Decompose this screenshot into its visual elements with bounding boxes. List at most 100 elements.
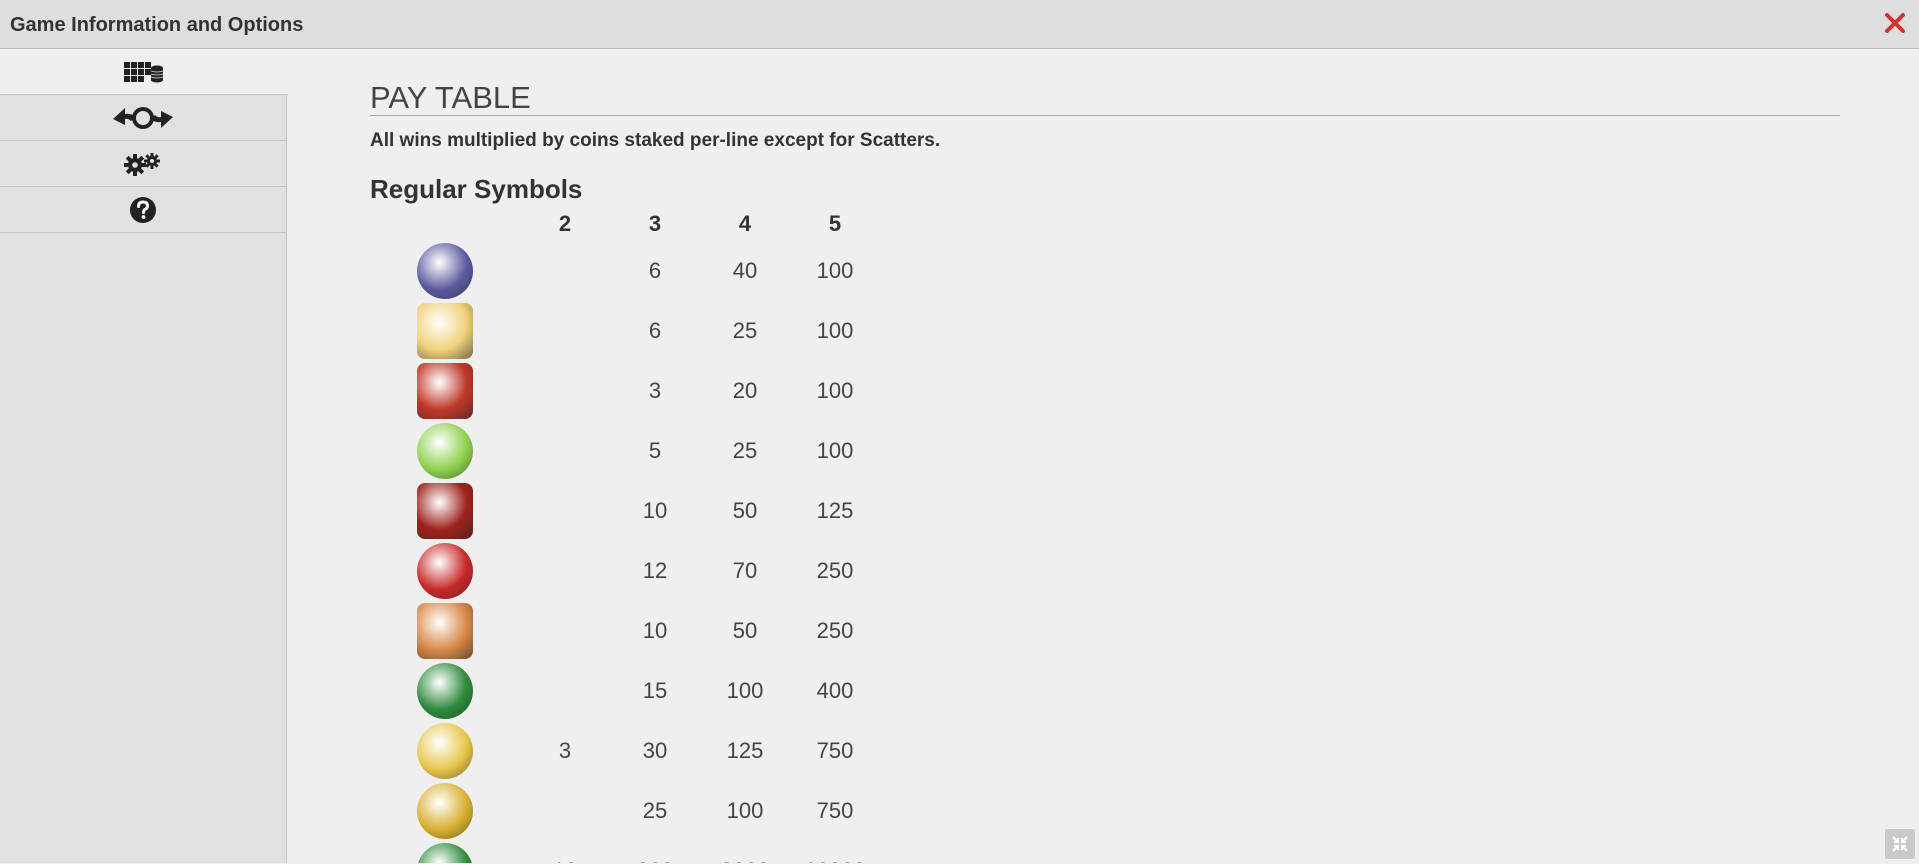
pay-value-4: 2000: [700, 841, 790, 863]
pay-value-3: 30: [610, 721, 700, 781]
pay-value-3: 6: [610, 241, 700, 301]
sidebar-item-help[interactable]: [0, 187, 286, 233]
pay-value-5: 100: [790, 361, 880, 421]
symbol-cell: [370, 721, 520, 781]
pay-value-3: 5: [610, 421, 700, 481]
help-icon: [129, 196, 157, 224]
sidebar-item-settings[interactable]: [0, 141, 286, 187]
main-content: PAY TABLE All wins multiplied by coins s…: [370, 49, 1840, 863]
symbol-cell: [370, 781, 520, 841]
paytable-row: 1050125: [370, 481, 880, 541]
symbol-cell: [370, 421, 520, 481]
tennis-ball-symbol: [417, 423, 473, 479]
pay-value-2: [520, 301, 610, 361]
pay-value-2: [520, 481, 610, 541]
pay-value-4: 125: [700, 721, 790, 781]
bulldog-symbol: [417, 843, 473, 863]
pay-value-3: 200: [610, 841, 700, 863]
paytable-row: 10200200010000: [370, 841, 880, 863]
symbol-cell: [370, 601, 520, 661]
pay-value-2: [520, 361, 610, 421]
pay-value-4: 20: [700, 361, 790, 421]
pay-value-5: 100: [790, 421, 880, 481]
pay-value-5: 100: [790, 301, 880, 361]
symbol-cell: [370, 301, 520, 361]
paytable-row: 330125750: [370, 721, 880, 781]
pay-value-3: 3: [610, 361, 700, 421]
pay-value-3: 10: [610, 481, 700, 541]
section-title: PAY TABLE: [370, 49, 1840, 116]
pay-value-3: 15: [610, 661, 700, 721]
pay-value-5: 100: [790, 241, 880, 301]
paytable-row: 25100750: [370, 781, 880, 841]
subsection-title: Regular Symbols: [370, 174, 1840, 205]
symbol-cell: [370, 541, 520, 601]
paytable-row: 1050250: [370, 601, 880, 661]
pay-value-3: 10: [610, 601, 700, 661]
pay-value-5: 250: [790, 601, 880, 661]
pay-value-4: 100: [700, 661, 790, 721]
pay-value-2: [520, 781, 610, 841]
paytable-header-row: 2 3 4 5: [370, 207, 880, 241]
pay-value-2: [520, 241, 610, 301]
pug-symbol: [417, 603, 473, 659]
pay-value-3: 6: [610, 301, 700, 361]
header-col-4: 4: [700, 207, 790, 241]
paytable-row: 640100: [370, 241, 880, 301]
header-symbol: [370, 207, 520, 241]
pay-value-5: 750: [790, 721, 880, 781]
fire-hydrant-symbol: [417, 543, 473, 599]
paytable-row: 15100400: [370, 661, 880, 721]
pay-value-2: [520, 601, 610, 661]
pay-value-5: 125: [790, 481, 880, 541]
autoplay-icon: [111, 105, 175, 131]
collapse-button[interactable]: [1885, 829, 1915, 859]
beagle-symbol: [417, 663, 473, 719]
window-title: Game Information and Options: [10, 14, 303, 37]
pay-value-2: 3: [520, 721, 610, 781]
pay-value-5: 10000: [790, 841, 880, 863]
symbol-cell: [370, 481, 520, 541]
pay-value-3: 12: [610, 541, 700, 601]
sidebar: [0, 49, 287, 863]
pay-value-4: 100: [700, 781, 790, 841]
hat-symbol: [417, 243, 473, 299]
header-col-5: 5: [790, 207, 880, 241]
close-button[interactable]: [1881, 9, 1909, 37]
close-icon: [1881, 9, 1909, 37]
pay-value-4: 25: [700, 421, 790, 481]
dog-bowl-symbol: [417, 483, 473, 539]
header-col-2: 2: [520, 207, 610, 241]
pay-value-4: 50: [700, 601, 790, 661]
pay-value-5: 400: [790, 661, 880, 721]
pay-value-4: 40: [700, 241, 790, 301]
title-bar: Game Information and Options: [0, 0, 1919, 49]
pay-value-2: [520, 421, 610, 481]
pay-value-4: 70: [700, 541, 790, 601]
symbol-cell: [370, 361, 520, 421]
paytable-intro: All wins multiplied by coins staked per-…: [370, 130, 1840, 152]
header-col-3: 3: [610, 207, 700, 241]
food-can-symbol: [417, 363, 473, 419]
pay-value-4: 25: [700, 301, 790, 361]
pay-value-2: [520, 541, 610, 601]
doberman-symbol: [417, 783, 473, 839]
bone-symbol: [417, 303, 473, 359]
paytable: 2 3 4 5 64010062510032010052510010501251…: [370, 207, 880, 863]
pay-value-4: 50: [700, 481, 790, 541]
paytable-icon: [124, 60, 164, 84]
pay-value-3: 25: [610, 781, 700, 841]
pay-value-2: [520, 661, 610, 721]
settings-icon: [123, 152, 163, 176]
collapse-icon: [1885, 829, 1915, 859]
symbol-cell: [370, 661, 520, 721]
paytable-row: 320100: [370, 361, 880, 421]
sidebar-item-autoplay[interactable]: [0, 95, 286, 141]
paytable-row: 525100: [370, 421, 880, 481]
symbol-cell: [370, 841, 520, 863]
sidebar-item-paytable[interactable]: [0, 49, 288, 95]
poodle-symbol: [417, 723, 473, 779]
pay-value-5: 250: [790, 541, 880, 601]
symbol-cell: [370, 241, 520, 301]
paytable-row: 625100: [370, 301, 880, 361]
